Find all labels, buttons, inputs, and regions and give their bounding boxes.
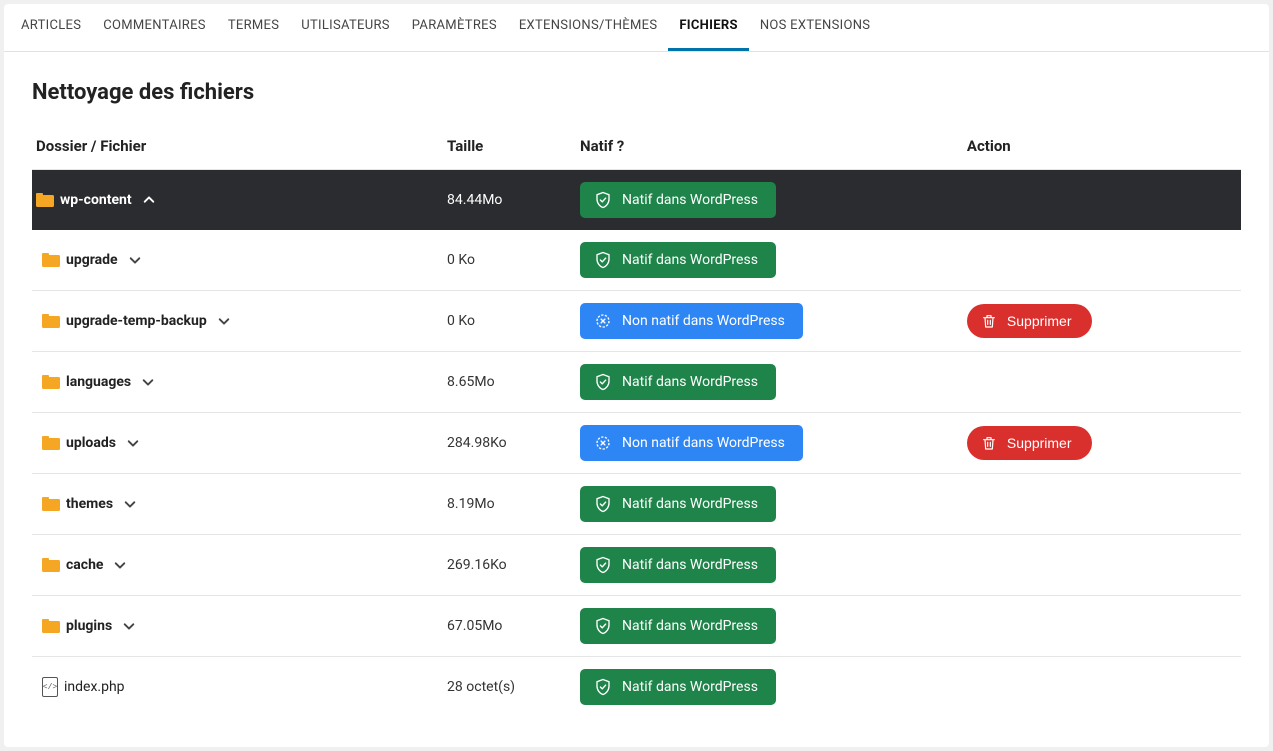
folder-icon bbox=[42, 497, 60, 511]
folder-toggle[interactable]: languages bbox=[36, 374, 439, 390]
size-cell: 8.19Mo bbox=[443, 474, 576, 535]
badge-label: Natif dans WordPress bbox=[622, 679, 758, 695]
size-cell: 284.98Ko bbox=[443, 413, 576, 474]
nonnative-badge: Non natif dans WordPress bbox=[580, 425, 803, 461]
table-row: index.php 28 octet(s) Natif dans WordPress bbox=[32, 657, 1241, 718]
item-name: languages bbox=[66, 374, 131, 390]
item-name: index.php bbox=[64, 679, 125, 695]
chevron-down-icon bbox=[113, 558, 127, 572]
folder-icon bbox=[42, 375, 60, 389]
folder-toggle[interactable]: cache bbox=[36, 557, 439, 573]
chevron-down-icon bbox=[122, 619, 136, 633]
badge-label: Non natif dans WordPress bbox=[622, 313, 785, 329]
folder-icon bbox=[42, 253, 60, 267]
col-header-native: Natif ? bbox=[576, 127, 963, 170]
badge-label: Natif dans WordPress bbox=[622, 192, 758, 208]
chevron-down-icon bbox=[123, 497, 137, 511]
size-cell: 67.05Mo bbox=[443, 596, 576, 657]
delete-button[interactable]: Supprimer bbox=[967, 304, 1092, 338]
folder-icon bbox=[36, 193, 54, 207]
size-cell: 0 Ko bbox=[443, 230, 576, 291]
tab-commentaires[interactable]: COMMENTAIRES bbox=[92, 4, 217, 51]
col-header-action: Action bbox=[963, 127, 1241, 170]
badge-label: Non natif dans WordPress bbox=[622, 435, 785, 451]
chevron-down-icon bbox=[128, 253, 142, 267]
table-row: upgrade-temp-backup 0 Ko Non natif dans Wo… bbox=[32, 291, 1241, 352]
folder-icon bbox=[42, 436, 60, 450]
delete-button[interactable]: Supprimer bbox=[967, 426, 1092, 460]
folder-toggle[interactable]: upgrade bbox=[36, 252, 439, 268]
native-badge: Natif dans WordPress bbox=[580, 486, 776, 522]
file-label: index.php bbox=[36, 677, 439, 697]
folder-toggle[interactable]: wp-content bbox=[36, 192, 439, 208]
tab-fichiers[interactable]: FICHIERS bbox=[668, 4, 748, 51]
tab-nos-extensions[interactable]: NOS EXTENSIONS bbox=[749, 4, 882, 51]
tab-articles[interactable]: ARTICLES bbox=[10, 4, 92, 51]
native-badge: Natif dans WordPress bbox=[580, 182, 776, 218]
folder-toggle[interactable]: uploads bbox=[36, 435, 439, 451]
folder-icon bbox=[42, 619, 60, 633]
native-badge: Natif dans WordPress bbox=[580, 669, 776, 705]
folder-toggle[interactable]: plugins bbox=[36, 618, 439, 634]
chevron-down-icon bbox=[141, 375, 155, 389]
chevron-down-icon bbox=[217, 314, 231, 328]
col-header-name: Dossier / Fichier bbox=[32, 127, 443, 170]
table-row: languages 8.65Mo Natif dans WordPress bbox=[32, 352, 1241, 413]
delete-label: Supprimer bbox=[1007, 313, 1072, 329]
item-name: wp-content bbox=[60, 192, 132, 208]
badge-label: Natif dans WordPress bbox=[622, 374, 758, 390]
chevron-down-icon bbox=[126, 436, 140, 450]
size-cell: 28 octet(s) bbox=[443, 657, 576, 718]
file-icon bbox=[42, 677, 58, 697]
item-name: upgrade bbox=[66, 252, 118, 268]
nonnative-badge: Non natif dans WordPress bbox=[580, 303, 803, 339]
item-name: themes bbox=[66, 496, 113, 512]
size-cell: 269.16Ko bbox=[443, 535, 576, 596]
item-name: upgrade-temp-backup bbox=[66, 313, 207, 329]
chevron-up-icon bbox=[142, 193, 156, 207]
table-row: upgrade 0 Ko Natif dans WordPress bbox=[32, 230, 1241, 291]
folder-toggle[interactable]: themes bbox=[36, 496, 439, 512]
tab-utilisateurs[interactable]: UTILISATEURS bbox=[290, 4, 401, 51]
delete-label: Supprimer bbox=[1007, 435, 1072, 451]
badge-label: Natif dans WordPress bbox=[622, 618, 758, 634]
badge-label: Natif dans WordPress bbox=[622, 496, 758, 512]
native-badge: Natif dans WordPress bbox=[580, 547, 776, 583]
page-title: Nettoyage des fichiers bbox=[32, 80, 1241, 105]
table-row: cache 269.16Ko Natif dans WordPress bbox=[32, 535, 1241, 596]
native-badge: Natif dans WordPress bbox=[580, 608, 776, 644]
item-name: plugins bbox=[66, 618, 112, 634]
folder-icon bbox=[42, 314, 60, 328]
native-badge: Natif dans WordPress bbox=[580, 242, 776, 278]
folder-toggle[interactable]: upgrade-temp-backup bbox=[36, 313, 439, 329]
item-name: uploads bbox=[66, 435, 116, 451]
table-row: wp-content 84.44Mo Natif dans WordPress bbox=[32, 170, 1241, 231]
files-table: Dossier / Fichier Taille Natif ? Action … bbox=[32, 127, 1241, 717]
native-badge: Natif dans WordPress bbox=[580, 364, 776, 400]
badge-label: Natif dans WordPress bbox=[622, 557, 758, 573]
table-row: plugins 67.05Mo Natif dans WordPress bbox=[32, 596, 1241, 657]
table-row: uploads 284.98Ko Non natif dans WordPress S… bbox=[32, 413, 1241, 474]
tab-termes[interactable]: TERMES bbox=[217, 4, 290, 51]
folder-icon bbox=[42, 558, 60, 572]
tab-extensions-th-mes[interactable]: EXTENSIONS/THÈMES bbox=[508, 4, 669, 51]
size-cell: 84.44Mo bbox=[443, 170, 576, 231]
badge-label: Natif dans WordPress bbox=[622, 252, 758, 268]
col-header-size: Taille bbox=[443, 127, 576, 170]
table-row: themes 8.19Mo Natif dans WordPress bbox=[32, 474, 1241, 535]
tabs-bar: ARTICLESCOMMENTAIRESTERMESUTILISATEURSPA… bbox=[4, 4, 1269, 52]
size-cell: 8.65Mo bbox=[443, 352, 576, 413]
item-name: cache bbox=[66, 557, 103, 573]
size-cell: 0 Ko bbox=[443, 291, 576, 352]
tab-param-tres[interactable]: PARAMÈTRES bbox=[401, 4, 508, 51]
